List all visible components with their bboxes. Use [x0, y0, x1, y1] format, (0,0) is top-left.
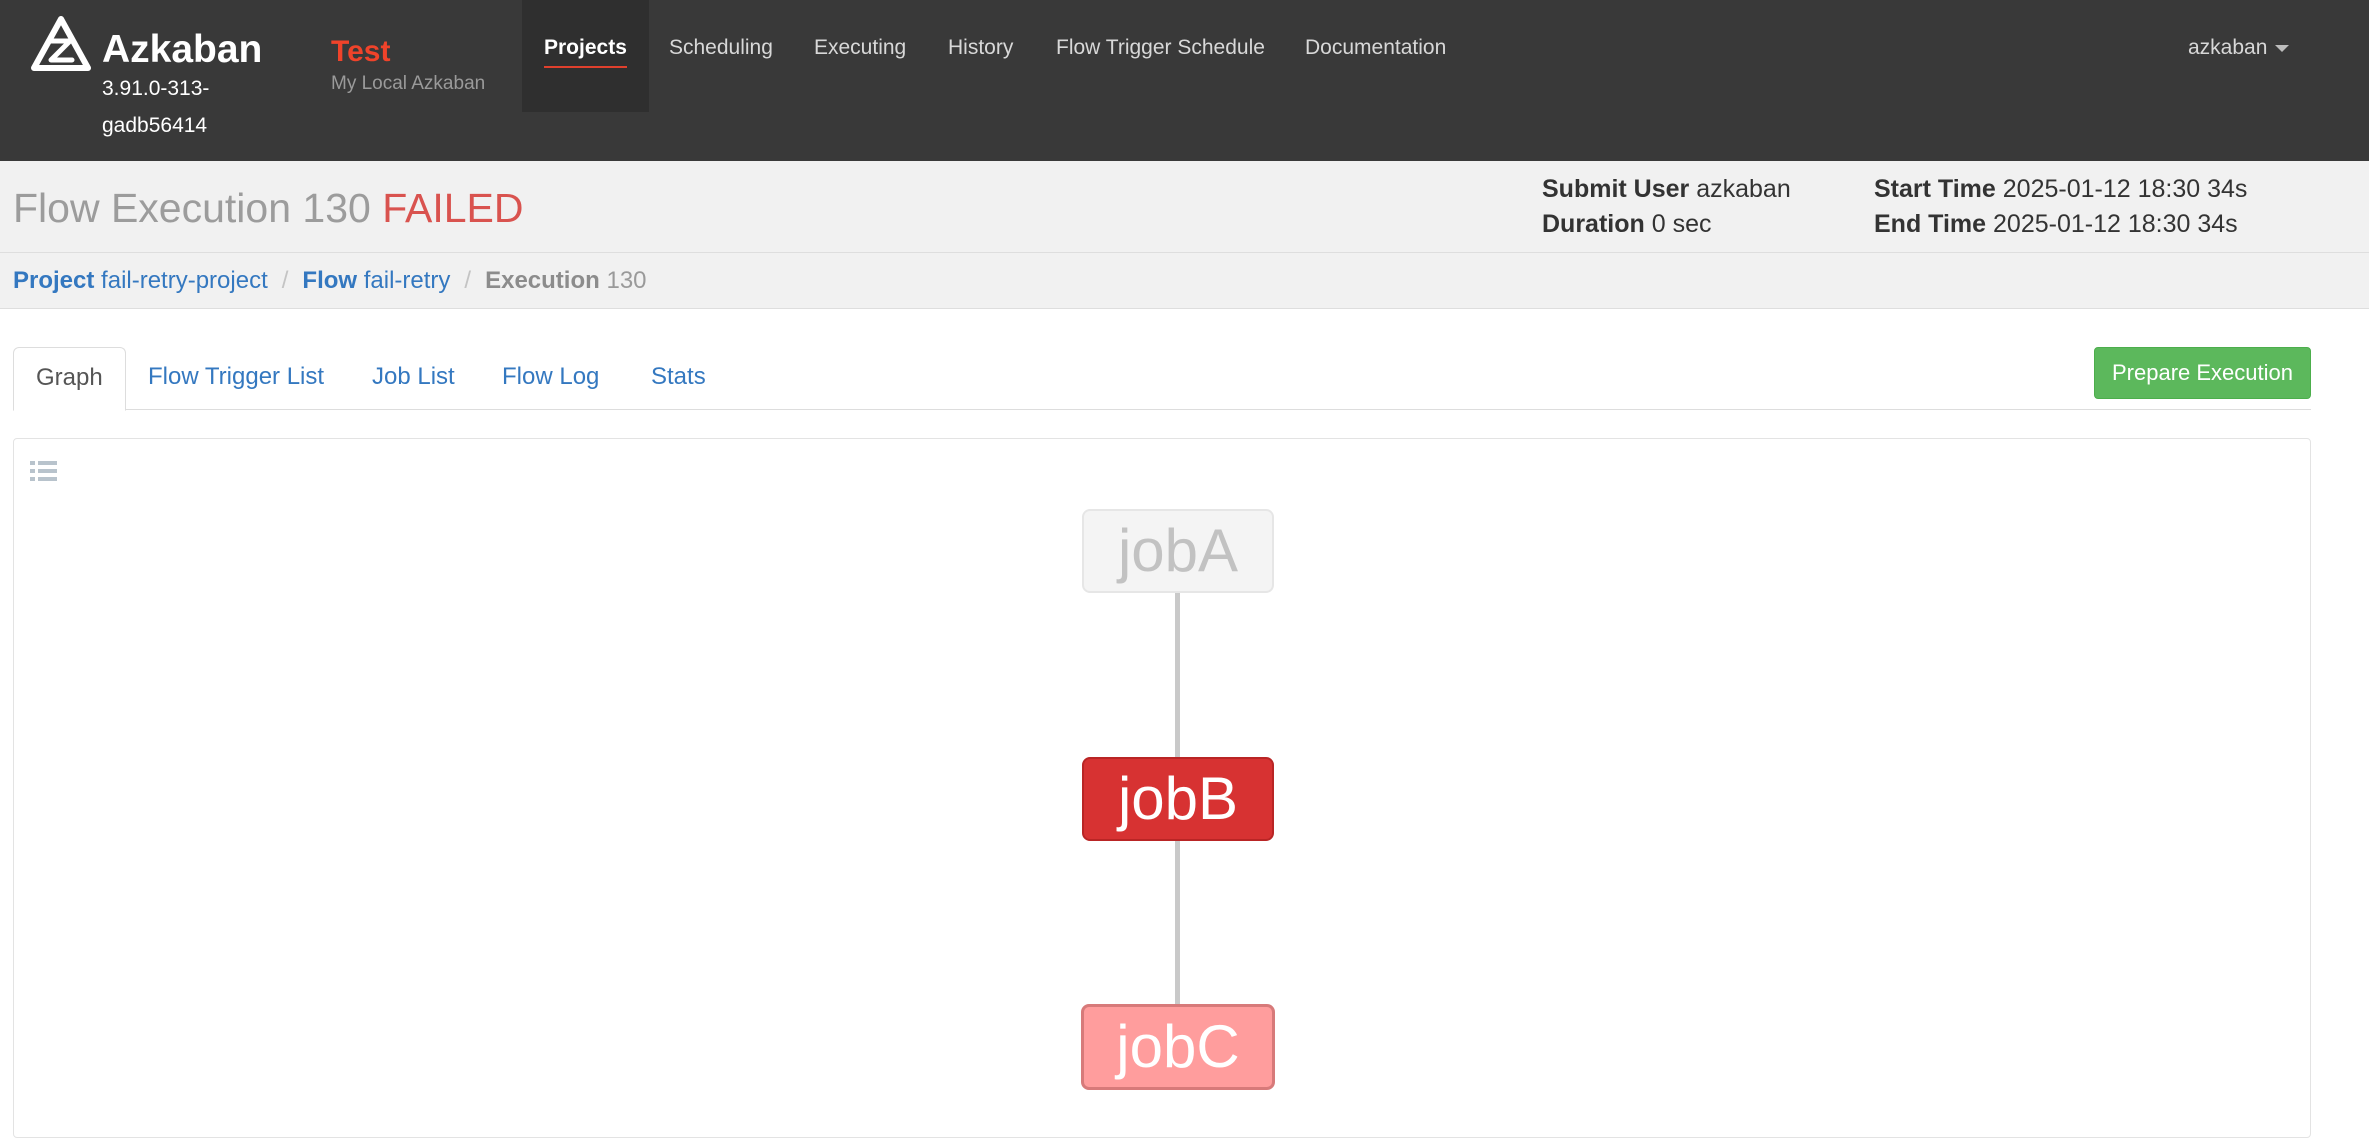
graph-edge-jobb-jobc — [1175, 840, 1180, 1006]
duration: Duration 0 sec — [1542, 210, 1712, 238]
nav-documentation[interactable]: Documentation — [1283, 0, 1468, 112]
tab-stats[interactable]: Stats — [629, 347, 728, 410]
execution-status: FAILED — [382, 185, 524, 231]
tab-job-list[interactable]: Job List — [350, 347, 477, 410]
environment-name: Test — [331, 35, 391, 68]
flow-graph-panel[interactable]: jobA jobB jobC — [13, 438, 2311, 1138]
breadcrumb-execution: Execution 130 — [485, 267, 647, 294]
top-navbar: Azkaban 3.91.0-313-gadb56414 Test My Loc… — [0, 0, 2369, 161]
caret-down-icon — [2275, 44, 2290, 52]
start-time: Start Time 2025-01-12 18:30 34s — [1874, 175, 2248, 203]
end-time: End Time 2025-01-12 18:30 34s — [1874, 210, 2238, 238]
nav-scheduling[interactable]: Scheduling — [647, 0, 795, 112]
nav-projects[interactable]: Projects — [522, 0, 649, 112]
breadcrumb-bar: Project fail-retry-project / Flow fail-ret… — [0, 253, 2369, 309]
azkaban-logo-icon[interactable] — [30, 16, 92, 74]
breadcrumb-separator: / — [281, 267, 289, 294]
prepare-execution-button[interactable]: Prepare Execution — [2094, 347, 2311, 399]
breadcrumb-flow[interactable]: Flow fail-retry — [302, 267, 450, 294]
brand-version: 3.91.0-313-gadb56414 — [102, 77, 210, 137]
user-name: azkaban — [2188, 36, 2268, 59]
brand-name[interactable]: Azkaban — [102, 28, 262, 72]
tab-bar: Graph Flow Trigger List Job List Flow Lo… — [13, 347, 2311, 411]
tab-flow-log[interactable]: Flow Log — [480, 347, 621, 410]
graph-node-joba[interactable]: jobA — [1082, 509, 1274, 593]
user-menu[interactable]: azkaban — [2188, 34, 2290, 62]
nav-history[interactable]: History — [926, 0, 1035, 112]
tab-graph[interactable]: Graph — [13, 347, 126, 411]
graph-node-jobc[interactable]: jobC — [1081, 1004, 1275, 1090]
nav-flow-trigger-schedule[interactable]: Flow Trigger Schedule — [1034, 0, 1287, 112]
tab-flow-trigger-list[interactable]: Flow Trigger List — [126, 347, 346, 410]
execution-header: Flow Execution 130 FAILED Submit User az… — [0, 161, 2369, 253]
graph-edge-joba-jobb — [1175, 592, 1180, 758]
breadcrumb-project[interactable]: Project fail-retry-project — [13, 267, 268, 294]
environment-description: My Local Azkaban — [331, 73, 486, 94]
submit-user: Submit User azkaban — [1542, 175, 1791, 203]
breadcrumb-separator: / — [464, 267, 472, 294]
page-title: Flow Execution 130 FAILED — [13, 185, 524, 231]
job-list-toggle-icon[interactable] — [30, 459, 57, 483]
breadcrumb: Project fail-retry-project / Flow fail-ret… — [13, 266, 647, 296]
nav-executing[interactable]: Executing — [792, 0, 928, 112]
graph-node-jobb[interactable]: jobB — [1082, 757, 1274, 841]
